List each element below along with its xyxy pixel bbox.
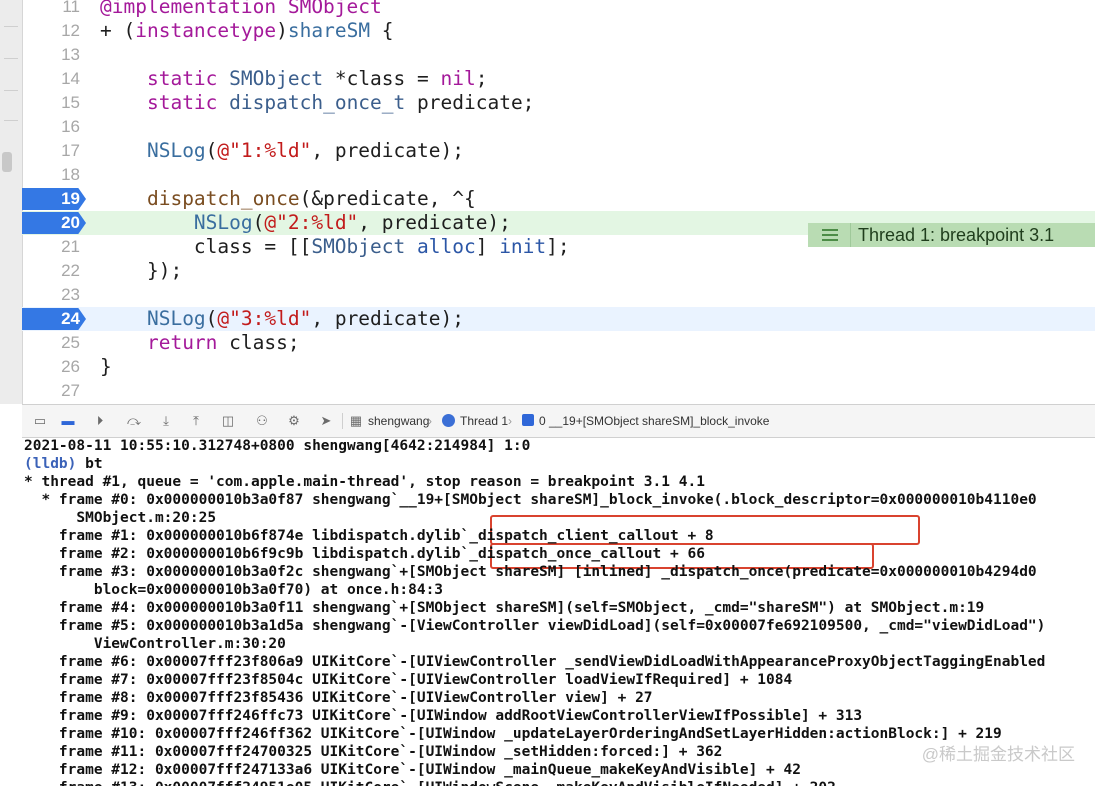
crumb-app[interactable]: shengwang	[368, 413, 429, 429]
gutter-selection	[2, 152, 12, 172]
code-text: });	[100, 259, 183, 282]
line-number: 19	[61, 189, 80, 208]
step-over-icon[interactable]: ⤼	[126, 413, 142, 429]
hide-console-icon[interactable]: ▭	[32, 413, 48, 429]
gutter-mark	[4, 90, 18, 91]
line-number: 25	[61, 333, 80, 352]
line-number: 22	[61, 261, 80, 280]
step-into-icon[interactable]: ⤓	[158, 413, 174, 429]
console-line: 2021-08-11 10:55:10.312748+0800 shengwan…	[24, 438, 531, 454]
chevron-right-icon: ›	[428, 414, 432, 428]
watermark: @稀土掘金技术社区	[921, 745, 1075, 764]
code-text: NSLog(@"1:%ld", predicate);	[146, 139, 464, 162]
debug-bar: ▭ ▬ ⏵ ⤼ ⤓ ⤒ ◫ ⚇ ⚙ ➤ ▦ shengwang › Thread…	[22, 404, 1095, 438]
debug-console[interactable]: @稀土掘金技术社区 2021-08-11 10:55:10.312748+080…	[22, 437, 1095, 786]
console-line: SMObject.m:20:25	[24, 510, 217, 526]
gutter-mark	[4, 120, 18, 121]
chevron-right-icon: ›	[508, 414, 512, 428]
console-line: frame #11: 0x00007fff24700325 UIKitCore`…	[24, 744, 723, 760]
code-line[interactable]: 27	[22, 379, 1095, 403]
thread-icon	[442, 414, 455, 427]
line-number: 27	[61, 381, 80, 400]
console-line: frame #5: 0x000000010b3a1d5a shengwang`-…	[24, 618, 1046, 634]
console-line: frame #2: 0x000000010b6f9c9b libdispatch…	[24, 546, 705, 562]
code-line[interactable]: 14 static SMObject *class = nil;	[22, 67, 1095, 91]
gutter-mark	[4, 58, 18, 59]
breakpoints-toggle-icon[interactable]: ▬	[60, 413, 76, 429]
line-number: 14	[61, 69, 80, 88]
code-line[interactable]: 17 NSLog(@"1:%ld", predicate);	[22, 139, 1095, 163]
line-number: 21	[61, 237, 80, 256]
code-line[interactable]: 23	[22, 283, 1095, 307]
location-icon[interactable]: ➤	[318, 413, 334, 429]
environment-icon[interactable]: ⚙	[286, 413, 302, 429]
console-line: frame #8: 0x00007fff23f85436 UIKitCore`-…	[24, 690, 653, 706]
breakpoint-annotation[interactable]: Thread 1: breakpoint 3.1	[808, 223, 1095, 247]
console-line: frame #1: 0x000000010b6f874e libdispatch…	[24, 528, 714, 544]
code-line[interactable]: 25 return class;	[22, 331, 1095, 355]
line-number: 11	[62, 0, 80, 16]
annotation-divider	[850, 223, 851, 247]
toolbar-divider	[342, 413, 343, 429]
code-line[interactable]: 18	[22, 163, 1095, 187]
line-number: 18	[61, 165, 80, 184]
source-editor[interactable]: 11 @implementation SMObject 12 + (instancet…	[22, 0, 1095, 404]
code-line[interactable]: 15 static dispatch_once_t predicate;	[22, 91, 1095, 115]
console-line: frame #13: 0x00007fff24951e05 UIKitCore`…	[24, 779, 836, 786]
line-number: 23	[61, 285, 80, 304]
code-line[interactable]: 11 @implementation SMObject	[22, 0, 1095, 19]
navigator-gutter	[0, 0, 23, 404]
code-text: NSLog(@"3:%ld", predicate);	[146, 307, 464, 330]
console-line: frame #4: 0x000000010b3a0f11 shengwang`+…	[24, 600, 985, 616]
line-number: 17	[61, 141, 80, 160]
console-line: frame #10: 0x00007fff246ff362 UIKitCore`…	[24, 726, 1002, 742]
line-number: 26	[61, 357, 80, 376]
console-line: block=0x000000010b3a0f70) at once.h:84:3	[24, 582, 444, 598]
code-text: + (instancetype)shareSM {	[100, 19, 394, 42]
code-line[interactable]: 24 NSLog(@"3:%ld", predicate);	[22, 307, 1095, 331]
code-text: dispatch_once(&predicate, ^{	[146, 187, 476, 210]
code-line[interactable]: 12 + (instancetype)shareSM {	[22, 19, 1095, 43]
code-line[interactable]: 16	[22, 115, 1095, 139]
console-line: frame #6: 0x00007fff23f806a9 UIKitCore`-…	[24, 654, 1046, 670]
code-text: static SMObject *class = nil;	[146, 67, 488, 90]
console-line: * frame #0: 0x000000010b3a0f87 shengwang…	[24, 492, 1037, 508]
crumb-frame[interactable]: 0 __19+[SMObject shareSM]_block_invoke	[539, 413, 769, 429]
line-number: 16	[61, 117, 80, 136]
line-number: 13	[61, 45, 80, 64]
console-line: * thread #1, queue = 'com.apple.main-thr…	[24, 474, 705, 490]
line-number: 15	[61, 93, 80, 112]
code-line[interactable]: 26}	[22, 355, 1095, 379]
console-line: frame #9: 0x00007fff246ffc73 UIKitCore`-…	[24, 708, 863, 724]
code-text: static dispatch_once_t predicate;	[146, 91, 535, 114]
view-debugger-icon[interactable]: ◫	[220, 413, 236, 429]
code-text: NSLog(@"2:%ld", predicate);	[193, 211, 511, 234]
app-icon: ▦	[349, 413, 363, 428]
code-line[interactable]: 22 });	[22, 259, 1095, 283]
console-line: frame #12: 0x00007fff247133a6 UIKitCore`…	[24, 762, 801, 778]
console-line: frame #3: 0x000000010b3a0f2c shengwang`+…	[24, 564, 1037, 580]
memory-graph-icon[interactable]: ⚇	[254, 413, 270, 429]
console-line: frame #7: 0x00007fff23f8504c UIKitCore`-…	[24, 672, 793, 688]
code-line[interactable]: 13	[22, 43, 1095, 67]
stack-frame-icon	[522, 414, 534, 426]
console-line: (lldb) bt	[24, 456, 103, 472]
code-text: class = [[SMObject alloc] init];	[100, 235, 570, 258]
code-text: @implementation SMObject	[100, 0, 382, 18]
continue-icon[interactable]: ⏵	[92, 413, 108, 429]
hamburger-icon[interactable]	[820, 227, 840, 243]
crumb-thread[interactable]: Thread 1	[460, 413, 508, 429]
gutter-mark	[4, 26, 18, 27]
code-line[interactable]: 19 dispatch_once(&predicate, ^{	[22, 187, 1095, 211]
step-out-icon[interactable]: ⤒	[188, 413, 204, 429]
console-line: ViewController.m:30:20	[24, 636, 286, 652]
line-number: 20	[61, 213, 80, 232]
code-text: return class;	[146, 331, 300, 354]
line-number: 12	[61, 21, 80, 40]
line-number: 24	[61, 309, 80, 328]
annotation-label: Thread 1: breakpoint 3.1	[858, 225, 1055, 245]
code-text: }	[100, 355, 112, 378]
